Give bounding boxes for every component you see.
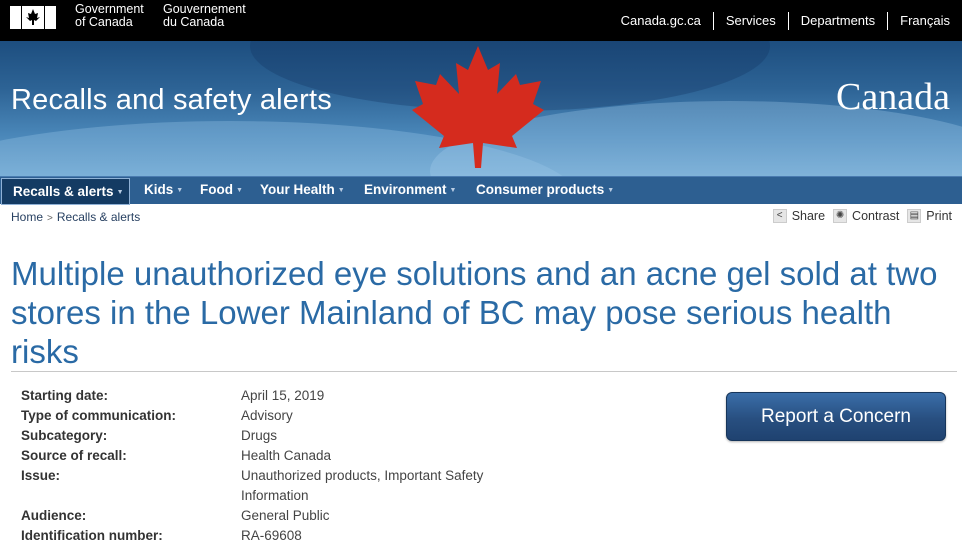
nav-label: Consumer products bbox=[476, 182, 605, 197]
nav-label: Recalls & alerts bbox=[13, 184, 114, 199]
detail-label: Issue: bbox=[21, 468, 61, 483]
contrast-icon: ✺ bbox=[833, 209, 848, 223]
detail-label: Starting date: bbox=[21, 388, 109, 403]
top-bar: Government of Canada Gouvernement du Can… bbox=[0, 0, 962, 41]
government-of-canada-label[interactable]: Government of Canada bbox=[75, 3, 144, 29]
canada-gc-ca-link[interactable]: Canada.gc.ca bbox=[609, 12, 713, 30]
caret-down-icon: ▼ bbox=[607, 186, 615, 194]
detail-value: April 15, 2019 bbox=[241, 388, 325, 403]
caret-down-icon: ▼ bbox=[449, 186, 457, 194]
top-links: Canada.gc.ca Services Departments França… bbox=[609, 0, 962, 41]
nav-label: Your Health bbox=[260, 182, 335, 197]
banner-title: Recalls and safety alerts bbox=[11, 84, 332, 116]
print-button[interactable]: ▤ Print bbox=[907, 209, 952, 223]
canada-flag-icon bbox=[10, 6, 56, 29]
page-title: Multiple unauthorized eye solutions and … bbox=[11, 255, 938, 370]
page-tools: < Share ✺ Contrast ▤ Print bbox=[765, 209, 952, 223]
detail-row: Identification number: RA-69608 bbox=[21, 526, 511, 546]
nav-your-health[interactable]: Your Health ▼ bbox=[260, 177, 345, 204]
nav-food[interactable]: Food ▼ bbox=[200, 177, 243, 204]
divider bbox=[11, 371, 957, 372]
goc-fr-line-2: du Canada bbox=[163, 15, 225, 29]
nav-kids[interactable]: Kids ▼ bbox=[144, 177, 183, 204]
detail-row: Issue: Unauthorized products, Important S… bbox=[21, 466, 511, 506]
detail-value: Drugs bbox=[241, 428, 278, 443]
detail-value: Unauthorized products, Important Safety … bbox=[241, 468, 484, 503]
detail-value: Advisory bbox=[241, 408, 293, 423]
print-icon: ▤ bbox=[907, 209, 922, 223]
detail-value: Health Canada bbox=[241, 448, 332, 463]
share-button[interactable]: < Share bbox=[772, 209, 826, 223]
detail-row: Audience: General Public bbox=[21, 506, 511, 526]
detail-label: Type of communication: bbox=[21, 408, 177, 423]
nav-environment[interactable]: Environment ▼ bbox=[364, 177, 456, 204]
detail-value: RA-69608 bbox=[241, 528, 302, 543]
detail-label: Source of recall: bbox=[21, 448, 127, 463]
detail-row: Starting date: April 15, 2019 bbox=[21, 386, 511, 406]
nav-label: Kids bbox=[144, 182, 174, 197]
detail-value: General Public bbox=[241, 508, 330, 523]
print-label: Print bbox=[926, 209, 952, 223]
breadcrumb-home[interactable]: Home bbox=[11, 210, 43, 224]
caret-down-icon: ▼ bbox=[116, 188, 124, 196]
detail-label: Identification number: bbox=[21, 528, 163, 543]
nav-consumer-products[interactable]: Consumer products ▼ bbox=[476, 177, 614, 204]
gouvernement-du-canada-label[interactable]: Gouvernement du Canada bbox=[163, 3, 246, 29]
caret-down-icon: ▼ bbox=[176, 186, 184, 194]
chevron-right-icon: > bbox=[47, 213, 53, 224]
detail-row: Type of communication: Advisory bbox=[21, 406, 511, 426]
contrast-label: Contrast bbox=[852, 209, 900, 223]
caret-down-icon: ▼ bbox=[337, 186, 345, 194]
breadcrumb-current[interactable]: Recalls & alerts bbox=[57, 210, 140, 224]
report-concern-button[interactable]: Report a Concern bbox=[726, 392, 946, 441]
breadcrumb: Home > Recalls & alerts bbox=[11, 210, 140, 224]
recall-details: Starting date: April 15, 2019 Type of com… bbox=[21, 386, 511, 546]
nav-label: Food bbox=[200, 182, 233, 197]
francais-link[interactable]: Français bbox=[887, 11, 962, 30]
goc-line-2: of Canada bbox=[75, 15, 133, 29]
nav-recalls-alerts[interactable]: Recalls & alerts ▼ bbox=[1, 178, 130, 205]
detail-row: Source of recall: Health Canada bbox=[21, 446, 511, 466]
departments-link[interactable]: Departments bbox=[787, 11, 887, 30]
caret-down-icon: ▼ bbox=[236, 186, 243, 194]
nav-label: Environment bbox=[364, 182, 447, 197]
detail-row: Subcategory: Drugs bbox=[21, 426, 511, 446]
site-banner: Recalls and safety alerts Canada bbox=[0, 41, 962, 176]
share-icon: < bbox=[772, 209, 787, 223]
share-label: Share bbox=[791, 209, 826, 223]
main-nav: Recalls & alerts ▼ Kids ▼ Food ▼ Your Healt… bbox=[0, 176, 962, 205]
detail-label: Subcategory: bbox=[21, 428, 108, 443]
services-link[interactable]: Services bbox=[712, 11, 788, 30]
contrast-button[interactable]: ✺ Contrast bbox=[833, 209, 899, 223]
detail-label: Audience: bbox=[21, 508, 87, 523]
maple-leaf-icon bbox=[412, 46, 544, 168]
canada-wordmark: Canada bbox=[836, 76, 950, 118]
